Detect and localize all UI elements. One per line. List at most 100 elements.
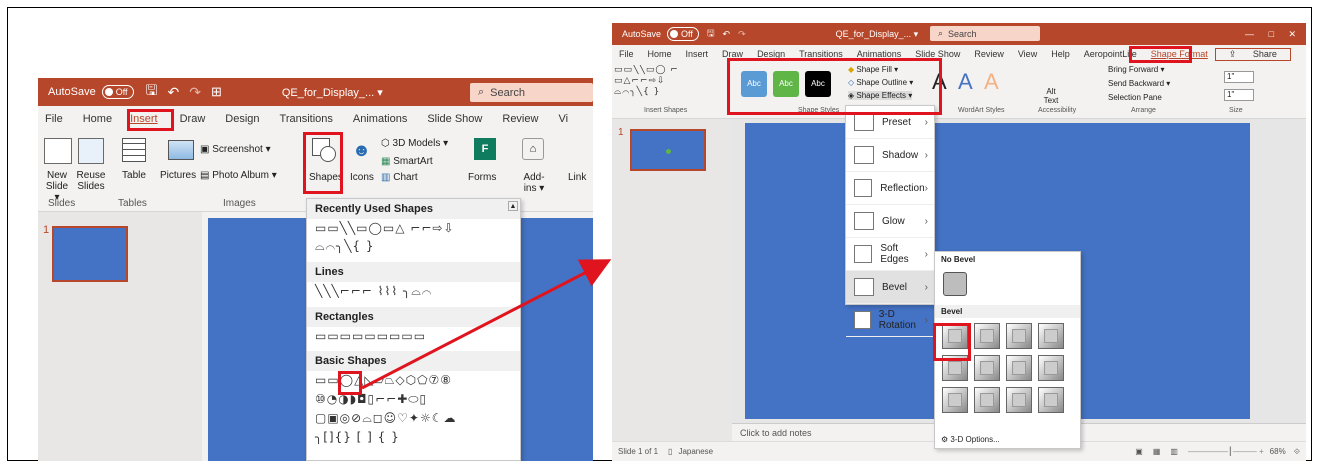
pictures-button[interactable]: Pictures: [160, 170, 196, 181]
3d-rotation-icon: [854, 311, 871, 329]
fit-slide-icon[interactable]: ⟐: [1294, 447, 1300, 457]
bevel-option[interactable]: [1038, 387, 1064, 413]
bevel-option[interactable]: [1006, 355, 1032, 381]
accessibility-icon[interactable]: ▯: [668, 447, 672, 456]
basic-shapes-row[interactable]: ▢▣◎⊘⌓◻☺♡✦☼☾☁: [307, 409, 520, 428]
wordart-a-blue[interactable]: A: [958, 69, 973, 95]
bevel-option[interactable]: [1006, 387, 1032, 413]
bevel-option[interactable]: [1038, 355, 1064, 381]
chart-button[interactable]: ▥ Chart: [381, 172, 418, 183]
menu-item-reflection[interactable]: Reflection ›: [846, 172, 934, 205]
close-icon[interactable]: ✕: [1288, 29, 1296, 40]
title-bar: AutoSave Off 🖫 ↶ ↷ ⊞ QE_for_Display_... …: [38, 78, 593, 106]
bevel-option[interactable]: [942, 387, 968, 413]
menu-item-glow[interactable]: Glow ›: [846, 205, 934, 238]
alt-text-button[interactable]: Alt Text: [1041, 87, 1061, 105]
bring-forward-button[interactable]: Bring Forward ▾: [1108, 65, 1164, 74]
tab-home[interactable]: Home: [76, 113, 119, 125]
tab-file[interactable]: File: [612, 49, 641, 59]
tab-file[interactable]: File: [38, 113, 70, 125]
menu-item-soft-edges[interactable]: Soft Edges ›: [846, 238, 934, 271]
tab-home[interactable]: Home: [641, 49, 679, 59]
redo-icon[interactable]: ↷: [189, 84, 201, 101]
addins-button[interactable]: Add-ins ▾: [518, 172, 550, 194]
slide-sorter-icon[interactable]: ▦: [1153, 447, 1161, 456]
basic-shapes-row[interactable]: ╮[]{} [ ] { }: [307, 428, 520, 446]
reading-view-icon[interactable]: ▥: [1170, 447, 1178, 456]
autosave-toggle[interactable]: Off: [667, 27, 699, 41]
menu-item-bevel[interactable]: Bevel ›: [846, 271, 934, 304]
tab-slideshow[interactable]: Slide Show: [420, 113, 489, 125]
forms-button[interactable]: Forms: [468, 172, 496, 183]
icons-button[interactable]: Icons: [350, 172, 374, 183]
undo-icon[interactable]: ↶: [723, 29, 731, 40]
zoom-slider[interactable]: —————┃——— +: [1188, 447, 1264, 456]
screenshot-button[interactable]: ▣ Screenshot ▾: [200, 144, 271, 155]
new-slide-icon[interactable]: [44, 138, 72, 164]
tab-transitions[interactable]: Transitions: [273, 113, 340, 125]
present-icon[interactable]: ⊞: [211, 84, 222, 100]
tab-help[interactable]: Help: [1044, 49, 1077, 59]
smartart-button[interactable]: ▦ SmartArt: [381, 156, 433, 167]
tab-view[interactable]: Vi: [551, 113, 575, 125]
photo-album-button[interactable]: ▤ Photo Album ▾: [200, 170, 277, 181]
wordart-a-orange[interactable]: A: [984, 69, 999, 95]
3d-options-link[interactable]: ⚙ 3-D Options...: [941, 435, 1000, 444]
insert-shapes-gallery[interactable]: ▭▭╲╲▭◯ ⌐ ▭△⌐⌐⇨⇩ ⌓⌒╮╲{ }: [614, 65, 679, 98]
tab-view[interactable]: View: [1011, 49, 1044, 59]
addins-icon[interactable]: ⌂: [522, 138, 544, 160]
menu-item-shadow[interactable]: Shadow ›: [846, 139, 934, 172]
recent-shapes-row[interactable]: ▭▭╲╲▭◯▭△ ⌐⌐⇨⇩: [307, 219, 520, 237]
save-icon[interactable]: 🖫: [146, 80, 158, 104]
reuse-slides-button[interactable]: Reuse Slides: [76, 170, 106, 192]
language[interactable]: Japanese: [678, 447, 713, 456]
height-input[interactable]: 1": [1224, 71, 1254, 83]
scroll-up-icon[interactable]: ▲: [508, 201, 518, 211]
bevel-option[interactable]: [1038, 323, 1064, 349]
tab-insert[interactable]: Insert: [679, 49, 716, 59]
tab-review[interactable]: Review: [967, 49, 1011, 59]
search-box[interactable]: ⌕ Search: [470, 83, 593, 102]
table-icon[interactable]: [122, 138, 146, 162]
maximize-icon[interactable]: □: [1269, 29, 1274, 39]
icons-icon[interactable]: ☻: [352, 140, 371, 161]
slide-thumbnail[interactable]: [52, 226, 128, 282]
no-bevel-option[interactable]: [943, 272, 967, 296]
bevel-option[interactable]: [974, 387, 1000, 413]
tab-design[interactable]: Design: [218, 113, 266, 125]
forms-icon[interactable]: F: [474, 138, 496, 160]
3d-models-button[interactable]: ⬡ 3D Models ▾: [381, 138, 448, 149]
table-button[interactable]: Table: [118, 170, 150, 181]
menu-item-3d-rotation[interactable]: 3-D Rotation ›: [846, 304, 934, 337]
normal-view-icon[interactable]: ▣: [1135, 447, 1143, 456]
filename[interactable]: QE_for_Display_... ▾: [836, 29, 919, 40]
share-button[interactable]: ⇪ Share: [1214, 47, 1291, 61]
bevel-option[interactable]: [974, 355, 1000, 381]
autosave-toggle[interactable]: Off: [101, 85, 134, 99]
redo-icon[interactable]: ↷: [738, 29, 746, 40]
recent-shapes-row[interactable]: ⌓⌒╮╲{ }: [307, 237, 520, 256]
search-box[interactable]: ⌕ Search: [930, 26, 1040, 41]
width-input[interactable]: 1": [1224, 89, 1254, 101]
3d-options-icon: ⚙: [941, 435, 951, 444]
rectangles-row[interactable]: ▭▭▭▭▭▭▭▭▭: [307, 327, 520, 345]
filename[interactable]: QE_for_Display_... ▾: [282, 86, 383, 99]
undo-icon[interactable]: ↶: [167, 84, 179, 101]
lines-row[interactable]: ╲╲╲⌐⌐⌐ ⌇⌇⌇ ╮⌓⌒: [307, 282, 520, 301]
tab-animations[interactable]: Animations: [346, 113, 414, 125]
bevel-option[interactable]: [974, 323, 1000, 349]
chevron-right-icon: ›: [924, 314, 928, 326]
pictures-icon[interactable]: [168, 140, 194, 160]
selection-pane-button[interactable]: Selection Pane: [1108, 93, 1162, 102]
zoom-level[interactable]: 68%: [1270, 447, 1286, 456]
tab-review[interactable]: Review: [495, 113, 545, 125]
reuse-slides-icon[interactable]: [78, 138, 104, 164]
tab-draw[interactable]: Draw: [173, 113, 213, 125]
minimize-icon[interactable]: —: [1245, 29, 1254, 39]
slide-thumbnail[interactable]: [630, 129, 706, 171]
send-backward-button[interactable]: Send Backward ▾: [1108, 79, 1170, 88]
group-accessibility: Accessibility: [1038, 107, 1077, 114]
save-icon[interactable]: 🖫: [707, 26, 715, 42]
link-button[interactable]: Link: [568, 172, 586, 183]
bevel-option[interactable]: [1006, 323, 1032, 349]
